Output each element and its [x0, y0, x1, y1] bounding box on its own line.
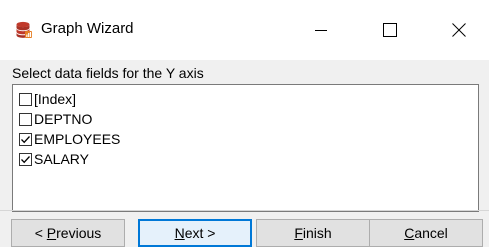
window-title: Graph Wizard: [41, 20, 134, 37]
field-item-salary[interactable]: SALARY: [19, 149, 89, 169]
graph-wizard-window: Graph Wizard Select data fields for the …: [0, 0, 489, 247]
checkmark-icon: [21, 155, 30, 163]
previous-button[interactable]: < Previous: [11, 219, 125, 247]
field-item-employees[interactable]: EMPLOYEES: [19, 129, 120, 149]
field-label: SALARY: [34, 151, 89, 167]
database-icon: [16, 21, 32, 38]
field-label: [Index]: [34, 91, 77, 107]
checkbox[interactable]: [19, 112, 32, 126]
title-bar: Graph Wizard: [0, 0, 489, 60]
cancel-mnemonic: C: [404, 225, 415, 241]
previous-label-rest: revious: [56, 225, 102, 241]
field-item-index[interactable]: [Index]: [19, 89, 76, 109]
close-icon: [452, 23, 466, 37]
cancel-label-rest: ancel: [414, 225, 448, 241]
field-checklist[interactable]: [Index] DEPTNO EMPLOYEES SALARY: [12, 84, 479, 212]
wizard-page: Select data fields for the Y axis [Index…: [0, 60, 489, 247]
next-label-rest: ext >: [184, 225, 216, 241]
next-mnemonic: N: [174, 225, 185, 241]
checkmark-icon: [21, 135, 30, 143]
close-button[interactable]: [436, 0, 482, 60]
field-item-deptno[interactable]: DEPTNO: [19, 109, 92, 129]
previous-mnemonic: P: [46, 225, 57, 241]
field-label: EMPLOYEES: [34, 131, 121, 147]
finish-mnemonic: F: [294, 225, 303, 241]
checkbox[interactable]: [19, 92, 32, 106]
finish-button[interactable]: Finish: [256, 219, 370, 247]
maximize-icon: [383, 23, 397, 37]
finish-label-rest: inish: [302, 225, 332, 241]
divider: [0, 210, 489, 211]
prompt-label: Select data fields for the Y axis: [12, 65, 204, 81]
minimize-button[interactable]: [298, 0, 344, 60]
checkbox[interactable]: [19, 132, 32, 146]
cancel-button[interactable]: Cancel: [369, 219, 483, 247]
previous-label-prefix: <: [34, 225, 47, 241]
minimize-icon: [315, 30, 327, 31]
checkbox[interactable]: [19, 152, 32, 166]
maximize-button[interactable]: [367, 0, 413, 60]
next-button[interactable]: Next >: [138, 219, 252, 247]
field-label: DEPTNO: [34, 111, 93, 127]
